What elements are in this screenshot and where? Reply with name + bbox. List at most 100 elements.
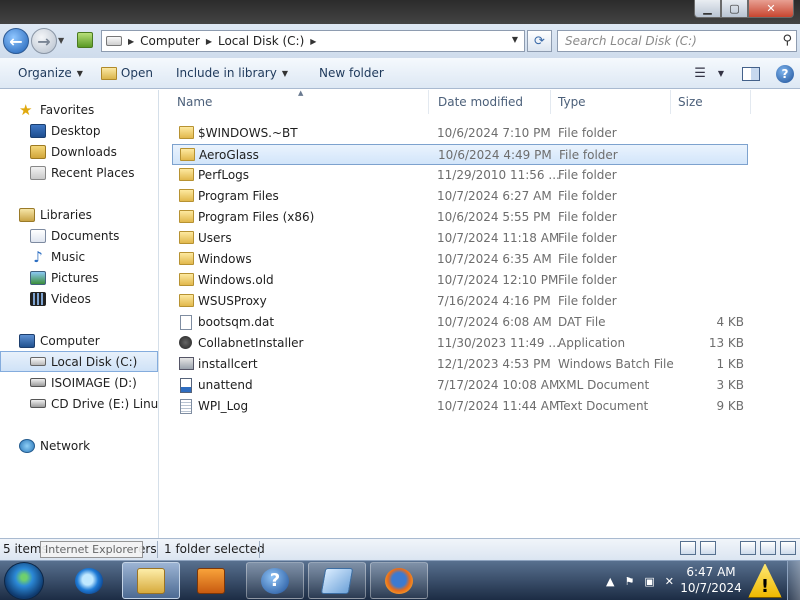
documents-icon <box>30 228 46 243</box>
taskbar-notes[interactable] <box>308 562 366 599</box>
nav-downloads[interactable]: Downloads <box>0 141 158 162</box>
file-type: Application <box>558 336 626 350</box>
back-button[interactable]: ← <box>3 28 29 54</box>
file-name: Program Files <box>198 189 279 203</box>
nav-isoimage[interactable]: ISOIMAGE (D:) <box>0 372 158 393</box>
command-bar: Organize ▼ Open Include in library ▼ New f… <box>0 58 800 89</box>
triple-pane-icon[interactable] <box>780 541 796 555</box>
address-history-dropdown[interactable]: ▼ <box>512 35 518 44</box>
help-button[interactable]: ? <box>776 64 794 83</box>
file-name: Windows <box>198 252 252 266</box>
nav-desktop[interactable]: Desktop <box>0 120 158 141</box>
organize-button[interactable]: Organize ▼ <box>0 58 92 89</box>
taskbar-media-player[interactable] <box>182 562 240 599</box>
taskbar-internet-explorer[interactable] <box>60 562 118 599</box>
column-header-name[interactable]: ▲ Name <box>160 89 429 114</box>
close-button[interactable]: ✕ <box>748 0 794 18</box>
split-pane-icon[interactable] <box>760 541 776 555</box>
preview-mode-icon[interactable] <box>700 541 716 555</box>
maximize-icon: ▢ <box>729 2 740 15</box>
action-center-flag-icon[interactable]: ⚑ <box>624 575 634 588</box>
file-row[interactable]: Program Files 10/7/2024 6:27 AM File folde… <box>172 186 748 207</box>
nav-network[interactable]: Network <box>0 435 158 456</box>
breadcrumb-separator-icon[interactable]: ▶ <box>310 37 316 46</box>
nav-videos[interactable]: Videos <box>0 288 158 309</box>
breadcrumb-separator-icon[interactable]: ▶ <box>128 37 134 46</box>
clock[interactable]: 6:47 AM 10/7/2024 <box>678 564 744 596</box>
nav-cd-drive[interactable]: CD Drive (E:) Linux M <box>0 393 158 414</box>
file-row[interactable]: PerfLogs 11/29/2010 11:56 ... File folder <box>172 165 748 186</box>
include-in-library-button[interactable]: Include in library ▼ <box>162 58 297 89</box>
file-name: Windows.old <box>198 273 274 287</box>
search-input[interactable] <box>565 34 770 48</box>
nav-documents[interactable]: Documents <box>0 225 158 246</box>
breadcrumb-local-disk[interactable]: ▶ Local Disk (C:) <box>206 34 304 48</box>
recent-pages-dropdown[interactable]: ▼ <box>58 36 64 45</box>
search-box[interactable]: ⚲ <box>557 30 797 52</box>
nav-pictures[interactable]: Pictures <box>0 267 158 288</box>
nav-recent-places[interactable]: Recent Places <box>0 162 158 183</box>
start-button[interactable] <box>4 562 44 600</box>
nav-music[interactable]: ♪ Music <box>0 246 158 267</box>
breadcrumb-separator-icon[interactable]: ▶ <box>206 37 212 46</box>
column-header-date-modified[interactable]: Date modified <box>429 90 551 114</box>
single-pane-icon[interactable] <box>740 541 756 555</box>
nav-recent-places-label: Recent Places <box>51 165 135 180</box>
show-hidden-icons-icon[interactable]: ▲ <box>606 575 614 588</box>
file-row[interactable]: Program Files (x86) 10/6/2024 5:55 PM File… <box>172 207 748 228</box>
taskbar-help[interactable]: ? <box>246 562 304 599</box>
taskbar-firefox[interactable] <box>370 562 428 599</box>
chevron-down-icon: ▼ <box>281 68 288 78</box>
up-folder-icon[interactable] <box>77 32 93 48</box>
show-desktop-button[interactable] <box>787 561 800 600</box>
file-row[interactable]: WSUSProxy 7/16/2024 4:16 PM File folder <box>172 291 748 312</box>
file-date-modified: 10/6/2024 7:10 PM <box>437 126 551 140</box>
network-status-icon[interactable]: ▣ <box>644 575 654 588</box>
breadcrumb-computer-label[interactable]: Computer <box>140 34 200 48</box>
hard-disk-icon <box>30 357 46 366</box>
file-row[interactable]: $WINDOWS.~BT 10/6/2024 7:10 PM File folder <box>172 123 748 144</box>
file-row[interactable]: unattend 7/17/2024 10:08 AM XML Document 3 … <box>172 375 748 396</box>
file-date-modified: 10/7/2024 6:35 AM <box>437 252 552 266</box>
new-folder-button[interactable]: New folder <box>297 58 393 89</box>
file-type: File folder <box>558 273 617 287</box>
cd-drive-icon <box>30 399 46 408</box>
file-name: PerfLogs <box>198 168 250 182</box>
address-bar[interactable]: ▶ Computer ▶ Local Disk (C:) ▶ ▼ <box>101 30 525 52</box>
volume-muted-icon[interactable]: ✕ <box>665 575 674 588</box>
file-row[interactable]: AeroGlass 10/6/2024 4:49 PM File folder <box>172 144 748 165</box>
column-header-size[interactable]: Size <box>671 90 751 114</box>
chevron-down-icon: ▼ <box>717 69 724 78</box>
open-label: Open <box>120 66 153 80</box>
search-icon[interactable]: ⚲ <box>782 33 792 48</box>
file-row[interactable]: Windows.old 10/7/2024 12:10 PM File folder <box>172 270 748 291</box>
breadcrumb-trailing-arrow[interactable]: ▶ <box>310 37 322 46</box>
nav-libraries[interactable]: Libraries <box>0 204 158 225</box>
details-mode-icon[interactable] <box>680 541 696 555</box>
preview-pane-button[interactable] <box>742 66 760 81</box>
file-row[interactable]: CollabnetInstaller 11/30/2023 11:49 ... Ap… <box>172 333 748 354</box>
open-button[interactable]: Open <box>92 58 162 89</box>
change-view-button[interactable]: ☰ ▼ <box>694 66 724 81</box>
maximize-button[interactable]: ▢ <box>721 0 748 18</box>
refresh-button[interactable]: ⟳ <box>527 30 552 52</box>
column-header-type[interactable]: Type <box>551 90 671 114</box>
status-divider <box>259 541 260 558</box>
nav-favorites[interactable]: ★ Favorites <box>0 99 158 120</box>
file-row[interactable]: Windows 10/7/2024 6:35 AM File folder <box>172 249 748 270</box>
breadcrumb-computer[interactable]: ▶ Computer <box>128 34 200 48</box>
file-row[interactable]: WPI_Log 10/7/2024 11:44 AM Text Document 9 … <box>172 396 748 417</box>
file-row[interactable]: bootsqm.dat 10/7/2024 6:08 AM DAT File 4 KB <box>172 312 748 333</box>
status-bar: 5 items ers Internet Explorer 1 folder s… <box>0 538 800 560</box>
nav-computer[interactable]: Computer <box>0 330 158 351</box>
minimize-button[interactable]: ▁ <box>694 0 721 18</box>
file-row[interactable]: installcert 12/1/2023 4:53 PM Windows Batc… <box>172 354 748 375</box>
taskbar-windows-explorer[interactable] <box>122 562 180 599</box>
view-controls: ☰ ▼ ? <box>694 58 794 89</box>
title-bar: ▁ ▢ ✕ <box>0 0 800 24</box>
nav-local-disk[interactable]: Local Disk (C:) <box>0 351 158 372</box>
status-divider <box>157 541 158 558</box>
file-row[interactable]: Users 10/7/2024 11:18 AM File folder <box>172 228 748 249</box>
forward-button[interactable]: → <box>31 28 57 54</box>
breadcrumb-local-disk-label[interactable]: Local Disk (C:) <box>218 34 304 48</box>
